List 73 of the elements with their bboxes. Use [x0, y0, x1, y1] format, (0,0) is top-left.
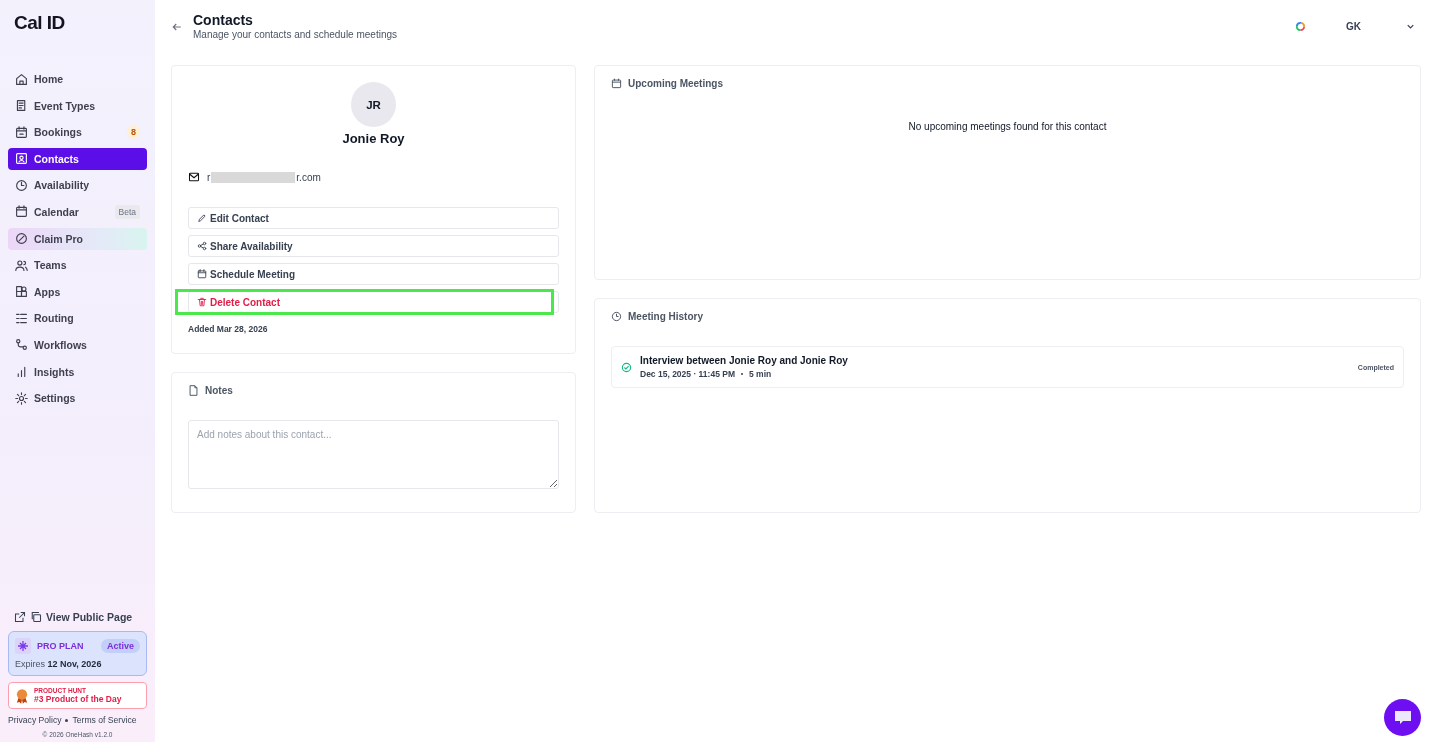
card-title: Notes — [205, 385, 233, 396]
nav-item[interactable]: Bookings 8 — [8, 121, 147, 144]
share-icon — [197, 241, 207, 251]
calendar-icon — [611, 78, 622, 89]
nav-item[interactable]: Event Types — [8, 94, 147, 117]
nav-item[interactable]: Home — [8, 68, 147, 90]
nav-item[interactable]: Availability — [8, 174, 147, 197]
chat-icon — [1392, 708, 1413, 727]
nav-item[interactable]: Insights — [8, 360, 147, 383]
email-text: r.com — [296, 171, 321, 183]
contact-name: Jonie Roy — [342, 131, 405, 146]
user-initials[interactable]: GK — [1346, 20, 1361, 32]
status-badge: Active — [101, 639, 140, 653]
bar-chart-icon — [15, 365, 28, 379]
flow-icon — [15, 338, 28, 352]
nav-item[interactable]: Apps — [8, 280, 147, 303]
sparkle-icon — [15, 638, 31, 654]
action-button[interactable]: Delete Contact — [188, 291, 559, 313]
action-button[interactable]: Edit Contact — [188, 207, 559, 229]
action-button[interactable]: Share Availability — [188, 235, 559, 257]
nav-item[interactable]: Workflows — [8, 333, 147, 356]
beta-tag: Beta — [114, 204, 140, 219]
empty-message: No upcoming meetings found for this contact — [907, 121, 1108, 132]
pencil-icon — [197, 213, 207, 223]
clock-icon — [15, 178, 28, 192]
bullet-dot — [65, 718, 69, 722]
home-icon — [15, 72, 28, 86]
nav-item[interactable]: Settings — [8, 387, 147, 410]
page-subtitle: Manage your contacts and schedule meetings — [193, 29, 397, 40]
footer-link[interactable]: Terms of Service — [72, 715, 137, 725]
card-title: Meeting History — [628, 311, 703, 322]
medal-icon — [16, 687, 28, 704]
footer-link[interactable]: Privacy Policy — [8, 715, 62, 725]
clock-icon — [611, 311, 622, 322]
calendar-icon — [15, 205, 28, 219]
mail-icon — [188, 171, 200, 183]
added-date: Added Mar 28, 2026 — [188, 324, 269, 334]
check-circle-icon — [621, 361, 632, 373]
meeting-title: Interview between Jonie Roy and Jonie Roy — [640, 355, 849, 366]
calendar-icon — [197, 269, 207, 279]
count-badge: 8 — [127, 125, 140, 140]
card-title: Upcoming Meetings — [628, 78, 723, 89]
email-text: r — [207, 171, 211, 183]
view-public-page-link[interactable]: View Public Page — [8, 611, 147, 623]
back-arrow-icon[interactable] — [171, 21, 183, 33]
gear-icon — [15, 391, 28, 405]
meeting-duration: 5 min — [749, 369, 772, 379]
nav-item[interactable]: Routing — [8, 307, 147, 330]
avatar: JR — [351, 82, 396, 127]
nav-item[interactable]: Calendar Beta — [8, 200, 147, 223]
action-button[interactable]: Schedule Meeting — [188, 263, 559, 285]
trash-icon — [197, 297, 207, 307]
ring-icon — [1295, 20, 1306, 32]
chat-button[interactable] — [1384, 699, 1421, 736]
document-icon — [188, 385, 199, 396]
expiry-text: Expires 12 Nov, 2026 — [15, 659, 103, 669]
award-title: #3 Product of the Day — [34, 694, 122, 704]
contact-card-icon — [15, 152, 28, 166]
list-icon — [15, 311, 28, 325]
nav-item[interactable]: Contacts — [8, 147, 147, 170]
list-icon — [15, 99, 28, 113]
notes-field[interactable]: Add notes about this contact... — [188, 420, 559, 489]
calendar-icon — [15, 125, 28, 139]
logo[interactable]: Cal ID — [14, 12, 65, 34]
page-title: Contacts — [193, 12, 254, 28]
copy-icon — [30, 611, 42, 623]
people-icon — [15, 258, 28, 272]
external-link-icon — [14, 611, 26, 623]
nav-item[interactable]: Claim Pro — [8, 227, 147, 250]
apps-icon — [15, 285, 28, 299]
plan-name: PRO PLAN — [37, 641, 85, 651]
meeting-date: Dec 15, 2025 · 11:45 PM — [640, 369, 735, 379]
nav-item[interactable]: Teams — [8, 254, 147, 277]
